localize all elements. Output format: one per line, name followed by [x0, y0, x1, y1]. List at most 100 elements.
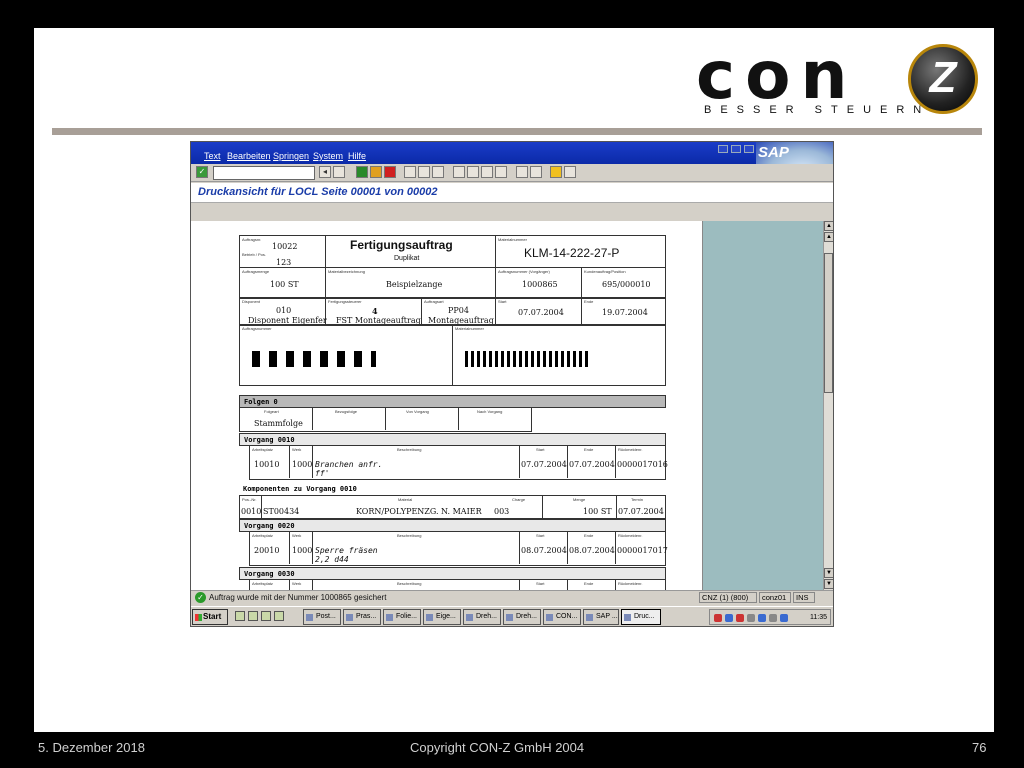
pos-value: 0010 [241, 507, 262, 516]
task-button[interactable]: Pras... [343, 609, 381, 625]
quicklaunch-ie-icon[interactable] [235, 611, 245, 621]
cancel-icon[interactable] [384, 166, 396, 178]
task-button[interactable]: Dreh... [503, 609, 541, 625]
menu-system[interactable]: System [313, 151, 343, 161]
task-button[interactable]: Dreh... [463, 609, 501, 625]
beschreibung-line2: ff' [315, 469, 330, 478]
vorgang-0030-row: Arbeitsplatz Werk Beschreibung Start End… [249, 580, 666, 590]
quicklaunch-outlook-icon[interactable] [248, 611, 258, 621]
find-next-icon[interactable] [432, 166, 444, 178]
next-page-icon[interactable] [481, 166, 493, 178]
find-icon[interactable] [418, 166, 430, 178]
menu-bearbeiten[interactable]: Bearbeiten [227, 151, 271, 161]
bezugsfolge-label: Bezugsfolge [335, 409, 358, 414]
con-z-logo: con Z BESSER STEUERN [696, 40, 986, 120]
menu-springen[interactable]: Springen [273, 151, 309, 161]
vorgang-0020-header: Vorgang 0020 [239, 519, 666, 532]
tray-icon[interactable] [725, 614, 733, 622]
print-icon[interactable] [404, 166, 416, 178]
barcode-block: Auftragsnummer Materialnummer [239, 324, 666, 386]
save-icon[interactable] [333, 166, 345, 178]
menu-hilfe[interactable]: Hilfe [348, 151, 366, 161]
tray-icon[interactable] [747, 614, 755, 622]
task-button[interactable]: CON... [543, 609, 581, 625]
auftrag-vorg-value: 1000865 [522, 280, 558, 289]
task-button[interactable]: Post... [303, 609, 341, 625]
new-session-icon[interactable] [516, 166, 528, 178]
scroll-up-icon[interactable]: ▲ [824, 221, 833, 231]
print-preview-area: Auftragsnr. 10022 Betrieb / Pos. 123 Fer… [191, 221, 833, 590]
menge-komp-label: Menge [573, 497, 586, 502]
task-button-active[interactable]: Druc... [621, 609, 661, 625]
vorgang-0010-header: Vorgang 0010 [239, 433, 666, 446]
quicklaunch-desktop-icon[interactable] [261, 611, 271, 621]
werk-label: Werk [292, 533, 302, 538]
start-button[interactable]: Start [192, 609, 228, 625]
doc-title: Fertigungsauftrag [350, 238, 453, 252]
auftragsnr-value: 10022 [272, 242, 298, 251]
werk-label: Werk [292, 447, 302, 452]
start-value: 07.07.2004 [518, 308, 564, 317]
beschreibung-value: Branchen anfr. [315, 460, 383, 469]
scroll-down-icon[interactable]: ▼ [824, 579, 833, 589]
termin-label: Termin [631, 497, 644, 502]
barcode-material-label: Materialnummer [455, 326, 484, 331]
sap-gui-window: Text Bearbeiten Springen System Hilfe SA… [190, 141, 834, 627]
menu-text[interactable]: Text [204, 151, 221, 161]
header-block: Auftragsnr. 10022 Betrieb / Pos. 123 Fer… [239, 235, 666, 299]
page-down-icon[interactable]: ▼ [824, 568, 833, 578]
menge-komp-value: 100 ST [583, 507, 612, 516]
enter-icon[interactable]: ✓ [196, 166, 208, 178]
command-field[interactable] [213, 166, 315, 180]
auftragsart-label: Auftragsart [424, 299, 444, 304]
vorgang-start-value: 08.07.2004 [521, 546, 567, 555]
start-label: Start [498, 299, 507, 304]
task-button[interactable]: SAP ... [583, 609, 619, 625]
user-field: conz01 [759, 592, 791, 603]
first-page-icon[interactable] [453, 166, 465, 178]
vertical-scrollbar[interactable]: ▲ ▲ ▼ ▼ [823, 221, 833, 590]
layout-menu-icon[interactable] [564, 166, 576, 178]
minimize-icon[interactable] [718, 145, 728, 153]
print-preview-page: Auftragsnr. 10022 Betrieb / Pos. 123 Fer… [191, 221, 703, 590]
bezeichnung-label: Materialbezeichnung [328, 269, 365, 274]
tray-icon[interactable] [714, 614, 722, 622]
close-icon[interactable] [744, 145, 754, 153]
rueckmeldenr-label: Rückmeldenr. [618, 581, 643, 586]
prev-page-icon[interactable] [467, 166, 479, 178]
last-page-icon[interactable] [495, 166, 507, 178]
screen-title-bar: Druckansicht für LOCL Seite 00001 von 00… [191, 183, 833, 203]
tray-icon[interactable] [758, 614, 766, 622]
rueckmeldenr-label: Rückmeldenr. [618, 447, 643, 452]
task-button[interactable]: Folie... [383, 609, 421, 625]
vorgang-start-label: Start [536, 533, 545, 538]
task-button[interactable]: Eige... [423, 609, 461, 625]
charge-label: Charge [512, 497, 526, 502]
komp-material-value: ST00434 [263, 507, 300, 516]
history-arrow-icon[interactable]: ◂ [319, 166, 331, 178]
sap-logo-text: SAP [758, 144, 789, 161]
shortcut-icon[interactable] [530, 166, 542, 178]
page-up-icon[interactable]: ▲ [824, 232, 833, 242]
insert-mode-field[interactable]: INS [793, 592, 815, 603]
scroll-thumb[interactable] [824, 253, 833, 393]
arbeitsplatz-value: 10010 [254, 460, 280, 469]
tray-icon[interactable] [736, 614, 744, 622]
tray-icon[interactable] [769, 614, 777, 622]
help-icon[interactable] [550, 166, 562, 178]
logo-word: con [696, 37, 858, 114]
maximize-icon[interactable] [731, 145, 741, 153]
vorgang-ende-label: Ende [584, 447, 594, 452]
vorgang-ende-label: Ende [584, 533, 594, 538]
vorgang-ende-label: Ende [584, 581, 594, 586]
barcode-auftrag [252, 351, 376, 367]
exit-icon[interactable] [370, 166, 382, 178]
system-field[interactable]: CNZ (1) (800) [699, 592, 757, 603]
kundenauftrag-label: Kundenauftrag/Position [584, 269, 626, 274]
material-label: Materialnummer [498, 237, 527, 242]
quicklaunch-explorer-icon[interactable] [274, 611, 284, 621]
tray-icon[interactable] [780, 614, 788, 622]
bezeichnung-cell: Materialbezeichnung Beispielzange [326, 268, 496, 299]
back-icon[interactable] [356, 166, 368, 178]
system-tray: 11:35 [709, 609, 831, 625]
